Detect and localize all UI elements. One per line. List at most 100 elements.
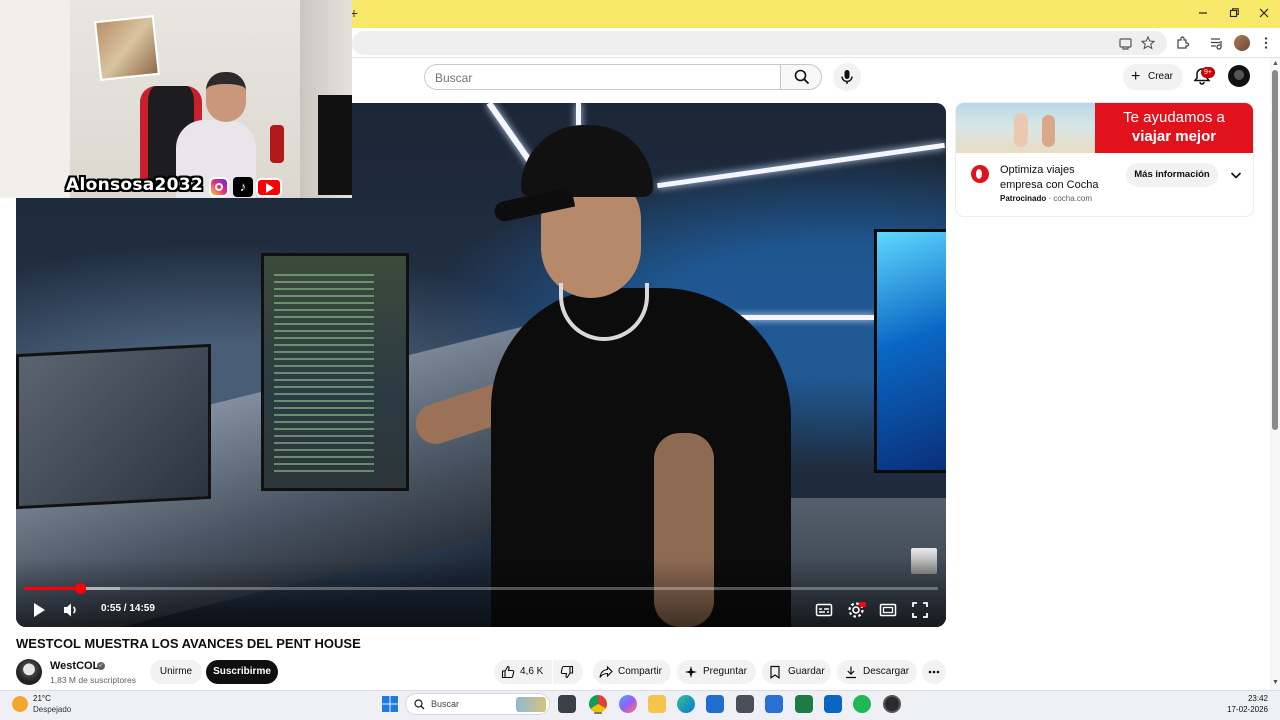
outlook-icon[interactable] xyxy=(824,695,842,713)
theater-icon xyxy=(879,603,897,617)
thumbs-down-icon xyxy=(560,665,574,679)
thumbs-up-icon xyxy=(501,665,515,679)
channel-avatar[interactable] xyxy=(16,659,42,685)
address-bar[interactable] xyxy=(352,31,1167,55)
fullscreen-button[interactable] xyxy=(909,599,931,621)
windows-start-icon[interactable] xyxy=(381,695,399,713)
poster xyxy=(94,15,160,81)
share-button[interactable]: Compartir xyxy=(593,660,671,684)
weather-moon-icon[interactable] xyxy=(12,696,28,712)
streamer-head xyxy=(206,72,246,122)
sponsored-ad[interactable]: Te ayudamos a viajar mejor Optimiza viaj… xyxy=(956,103,1253,216)
instagram-icon xyxy=(209,177,229,197)
visual-studio-icon[interactable] xyxy=(765,695,783,713)
subscriber-count: 1,83 M de suscriptores xyxy=(50,675,136,685)
copilot-icon[interactable] xyxy=(619,695,637,713)
scroll-up-arrow[interactable]: ▲ xyxy=(1272,60,1279,68)
tv-screen xyxy=(874,229,946,473)
progress-bar[interactable] xyxy=(24,583,938,594)
monitor xyxy=(16,343,211,510)
game-icon[interactable] xyxy=(736,695,754,713)
search-input[interactable] xyxy=(435,69,765,87)
screen: + Buscar + Crear 9+ 0:55 / 14:59 Alonsos… xyxy=(0,0,1280,720)
ad-image-person xyxy=(1042,115,1055,147)
notification-badge: 9+ xyxy=(1201,67,1215,78)
download-label: Descargar xyxy=(863,666,910,677)
like-button[interactable]: 4,6 K xyxy=(494,660,552,684)
spotify-icon[interactable] xyxy=(853,695,871,713)
ask-button[interactable]: Preguntar xyxy=(677,660,756,684)
scroll-down-arrow[interactable]: ▼ xyxy=(1272,679,1279,687)
weather-temperature[interactable]: 21°C xyxy=(33,694,51,704)
theater-mode-button[interactable] xyxy=(877,599,899,621)
controls-gradient xyxy=(16,558,946,627)
weather-description[interactable]: Despejado xyxy=(33,705,71,715)
ad-expand-button[interactable] xyxy=(1228,167,1244,183)
search-box xyxy=(424,64,781,90)
more-actions-button[interactable] xyxy=(922,660,946,684)
tiktok-icon: ♪ xyxy=(233,177,253,197)
clock-date[interactable]: 17-02-2026 xyxy=(1218,705,1268,715)
search-highlight-image xyxy=(516,697,546,712)
join-label: Unirme xyxy=(159,666,193,677)
more-info-button[interactable]: Más información xyxy=(1126,163,1218,187)
microphone xyxy=(270,125,284,163)
subtitles-button[interactable] xyxy=(813,599,835,621)
chrome-icon[interactable] xyxy=(589,695,607,713)
sponsored-label: Patrocinado xyxy=(1000,194,1047,203)
obs-icon[interactable] xyxy=(883,695,901,713)
volume-button[interactable] xyxy=(60,599,82,621)
search-button[interactable] xyxy=(780,64,822,90)
sparkle-icon xyxy=(685,666,697,678)
folder-icon[interactable] xyxy=(648,695,666,713)
dislike-button[interactable] xyxy=(553,660,583,684)
excel-icon[interactable] xyxy=(795,695,813,713)
scrubber-handle[interactable] xyxy=(74,583,86,594)
bookmark-icon xyxy=(770,665,780,679)
profile-avatar[interactable] xyxy=(1234,35,1250,51)
more-icon xyxy=(928,670,940,674)
play-button[interactable] xyxy=(28,599,50,621)
minimize-icon[interactable] xyxy=(1196,6,1210,20)
page-scrollbar[interactable] xyxy=(1270,58,1280,690)
join-button[interactable]: Unirme xyxy=(150,660,202,684)
plus-icon: + xyxy=(1131,68,1141,85)
taskbar-search[interactable]: Buscar xyxy=(405,693,550,715)
active-app-indicator xyxy=(594,712,602,714)
time-display: 0:55 / 14:59 xyxy=(101,603,155,614)
close-icon[interactable] xyxy=(1257,6,1271,20)
save-button[interactable]: Guardar xyxy=(762,660,831,684)
chevron-down-icon xyxy=(1230,172,1242,179)
create-button[interactable]: + Crear xyxy=(1123,64,1183,90)
video-title: WESTCOL MUESTRA LOS AVANCES DEL PENT HOU… xyxy=(16,636,361,651)
menu-icon[interactable] xyxy=(1258,35,1274,51)
channel-name[interactable]: WestCOL xyxy=(50,660,99,673)
ad-banner-line1: Te ayudamos a xyxy=(1123,109,1225,126)
save-label: Guardar xyxy=(788,666,825,677)
download-button[interactable]: Descargar xyxy=(837,660,917,684)
account-avatar[interactable] xyxy=(1228,65,1250,87)
monitor xyxy=(261,253,409,491)
store-icon[interactable] xyxy=(706,695,724,713)
clock-time[interactable]: 23:42 xyxy=(1230,694,1268,704)
microphone-icon xyxy=(841,70,853,84)
voice-search-button[interactable] xyxy=(833,63,861,91)
edge-icon[interactable] xyxy=(677,695,695,713)
media-icon[interactable] xyxy=(1209,35,1225,51)
file-explorer-icon[interactable] xyxy=(558,695,576,713)
star-icon[interactable] xyxy=(1140,35,1156,51)
settings-button[interactable] xyxy=(845,599,867,621)
fullscreen-icon xyxy=(912,602,928,618)
ask-label: Preguntar xyxy=(703,666,747,677)
volume-icon xyxy=(64,603,76,617)
search-icon xyxy=(794,69,810,85)
scrollbar-thumb[interactable] xyxy=(1272,70,1278,430)
subscribe-button[interactable]: Suscribirme xyxy=(206,660,278,684)
taskbar-search-placeholder: Buscar xyxy=(431,699,460,709)
extensions-icon[interactable] xyxy=(1174,35,1190,51)
webcam-overlay: Alonsosa2032 ♪ xyxy=(0,0,352,198)
progress-fill xyxy=(24,587,80,590)
restore-icon[interactable] xyxy=(1227,6,1241,20)
subtitles-icon xyxy=(815,603,833,617)
cast-icon[interactable] xyxy=(1118,35,1134,51)
